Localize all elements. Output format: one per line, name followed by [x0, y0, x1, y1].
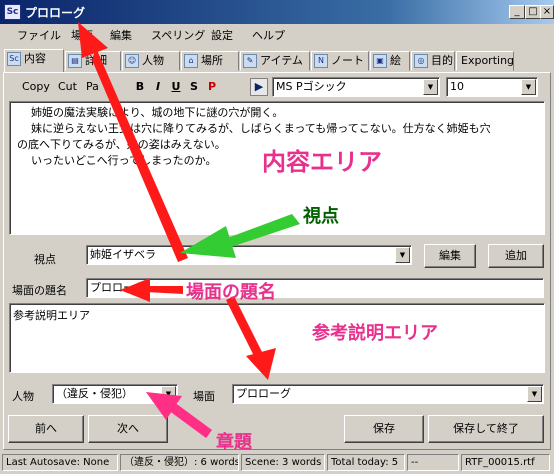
- scene-select[interactable]: プロローグ ▼: [232, 384, 544, 404]
- scene-label: 場面: [193, 390, 215, 403]
- tab-content[interactable]: Sc 内容: [4, 49, 64, 72]
- annotation-chapter: 章題: [216, 432, 252, 453]
- tab-details[interactable]: ▤ 詳細: [65, 51, 121, 71]
- tab-label: 内容: [24, 52, 46, 65]
- notes-editor[interactable]: 参考説明エリア: [9, 303, 545, 373]
- document-icon: ▤: [68, 54, 82, 68]
- size-select[interactable]: 10 ▼: [446, 77, 538, 97]
- annotation-scene-title: 場面の題名: [186, 282, 276, 303]
- status-scene-words: Scene: 3 words: [241, 454, 325, 471]
- chevron-down-icon: ▼: [161, 386, 176, 402]
- pencil-icon: ✎: [243, 54, 257, 68]
- tab-label: 詳細: [85, 54, 107, 67]
- p-button[interactable]: P: [204, 80, 220, 93]
- menu-file[interactable]: ファイル: [17, 27, 61, 43]
- menu-settings[interactable]: 設定: [211, 27, 233, 43]
- chevron-down-icon: ▼: [527, 386, 542, 402]
- annotation-notes-area: 参考説明エリア: [312, 323, 438, 344]
- italic-button[interactable]: I: [150, 80, 166, 93]
- person-icon: ☺: [125, 54, 139, 68]
- annotation-content-area: 内容エリア: [262, 148, 382, 176]
- scene-title-input[interactable]: プロローグ: [86, 278, 544, 298]
- save-button[interactable]: 保存: [344, 415, 424, 443]
- menu-spelling[interactable]: スペリング: [151, 27, 205, 43]
- content-line: 姉姫の魔法実験により、城の地下に謎の穴が開く。: [31, 106, 284, 119]
- chapter-value: （違反・侵犯）: [56, 387, 133, 400]
- tab-exporting[interactable]: Exporting: [456, 51, 514, 71]
- status-today: Total today: 5: [327, 454, 405, 471]
- edit-viewpoint-button[interactable]: 編集: [424, 244, 476, 268]
- tab-goals[interactable]: ◎ 目的: [411, 51, 455, 71]
- chevron-down-icon: ▼: [423, 79, 438, 95]
- tab-label: Exporting: [461, 54, 514, 67]
- maximize-button[interactable]: □: [525, 5, 541, 19]
- tab-strip: Sc 内容 ▤ 詳細 ☺ 人物 ⌂ 場所 ✎ アイテム N ノート ▣ 絵 ◎ 目的 Expor…: [0, 48, 554, 72]
- tab-notes[interactable]: N ノート: [311, 51, 369, 71]
- tab-label: 人物: [142, 54, 164, 67]
- tab-places[interactable]: ⌂ 場所: [181, 51, 239, 71]
- next-button[interactable]: 次へ: [88, 415, 168, 443]
- underline-button[interactable]: U: [168, 80, 184, 93]
- viewpoint-select[interactable]: 姉姫イザベラ ▼: [86, 245, 412, 265]
- tab-label: 場所: [201, 54, 223, 67]
- bold-button[interactable]: B: [132, 80, 148, 93]
- note-icon: N: [314, 54, 328, 68]
- chevron-down-icon: ▼: [521, 79, 536, 95]
- scene-title-label: 場面の題名: [12, 284, 67, 297]
- app-window: Sc プロローグ _ □ × ファイル 場面 編集 スペリング 設定 ヘルプ S…: [0, 0, 554, 474]
- status-bar: Last Autosave: None （違反・侵犯）: 6 words Sce…: [0, 450, 554, 474]
- tab-label: アイテム: [260, 54, 303, 67]
- cut-button[interactable]: Cut: [58, 80, 77, 93]
- viewpoint-label: 視点: [34, 253, 56, 266]
- status-file: RTF_00015.rtf: [461, 454, 550, 471]
- menu-scene[interactable]: 場面: [71, 27, 93, 43]
- title-bar: Sc プロローグ _ □ ×: [0, 0, 554, 24]
- save-and-exit-button[interactable]: 保存して終了: [428, 415, 544, 443]
- content-line: 妹に逆らえない王女は穴に降りてみるが、しばらくまっても帰ってこない。仕方なく姉姫…: [31, 122, 491, 135]
- close-button[interactable]: ×: [540, 5, 554, 19]
- status-chapter-words: （違反・侵犯）: 6 words: [120, 454, 239, 471]
- scene-value: プロローグ: [236, 387, 291, 400]
- menu-edit[interactable]: 編集: [110, 27, 132, 43]
- menu-bar: ファイル 場面 編集 スペリング 設定 ヘルプ: [0, 24, 554, 44]
- paste-button[interactable]: Pa: [86, 80, 99, 93]
- tab-pictures[interactable]: ▣ 絵: [370, 51, 410, 71]
- copy-button[interactable]: Copy: [22, 80, 50, 93]
- building-icon: ⌂: [184, 54, 198, 68]
- play-icon[interactable]: ▶: [250, 78, 268, 96]
- app-icon: Sc: [4, 4, 21, 20]
- annotation-viewpoint: 視点: [303, 206, 339, 227]
- font-name: MS Pゴシック: [276, 80, 347, 93]
- tab-label: 絵: [390, 54, 401, 67]
- scene-title-value: プロローグ: [90, 281, 145, 294]
- strike-button[interactable]: S: [186, 80, 202, 93]
- chapter-select[interactable]: （違反・侵犯） ▼: [52, 384, 178, 404]
- chevron-down-icon: ▼: [395, 247, 410, 263]
- status-dash: --: [407, 454, 459, 471]
- font-size: 10: [450, 80, 464, 93]
- tab-label: 目的: [431, 54, 453, 67]
- tab-items[interactable]: ✎ アイテム: [240, 51, 310, 71]
- font-select[interactable]: MS Pゴシック ▼: [272, 77, 440, 97]
- minimize-button[interactable]: _: [509, 5, 525, 19]
- tab-label: ノート: [331, 54, 364, 67]
- prev-button[interactable]: 前へ: [8, 415, 84, 443]
- add-viewpoint-button[interactable]: 追加: [488, 244, 544, 268]
- menu-help[interactable]: ヘルプ: [252, 27, 285, 43]
- chapter-label: 人物: [12, 390, 34, 403]
- status-autosave: Last Autosave: None: [2, 454, 118, 471]
- tab-characters[interactable]: ☺ 人物: [122, 51, 180, 71]
- picture-icon: ▣: [373, 54, 387, 68]
- sc-icon: Sc: [7, 52, 21, 66]
- viewpoint-value: 姉姫イザベラ: [90, 248, 156, 261]
- target-icon: ◎: [414, 54, 428, 68]
- window-title: プロローグ: [25, 6, 86, 20]
- format-toolbar: Copy Cut Pa B I U S P ▶ MS Pゴシック ▼ 10 ▼: [8, 77, 548, 98]
- notes-text: 参考説明エリア: [13, 309, 90, 322]
